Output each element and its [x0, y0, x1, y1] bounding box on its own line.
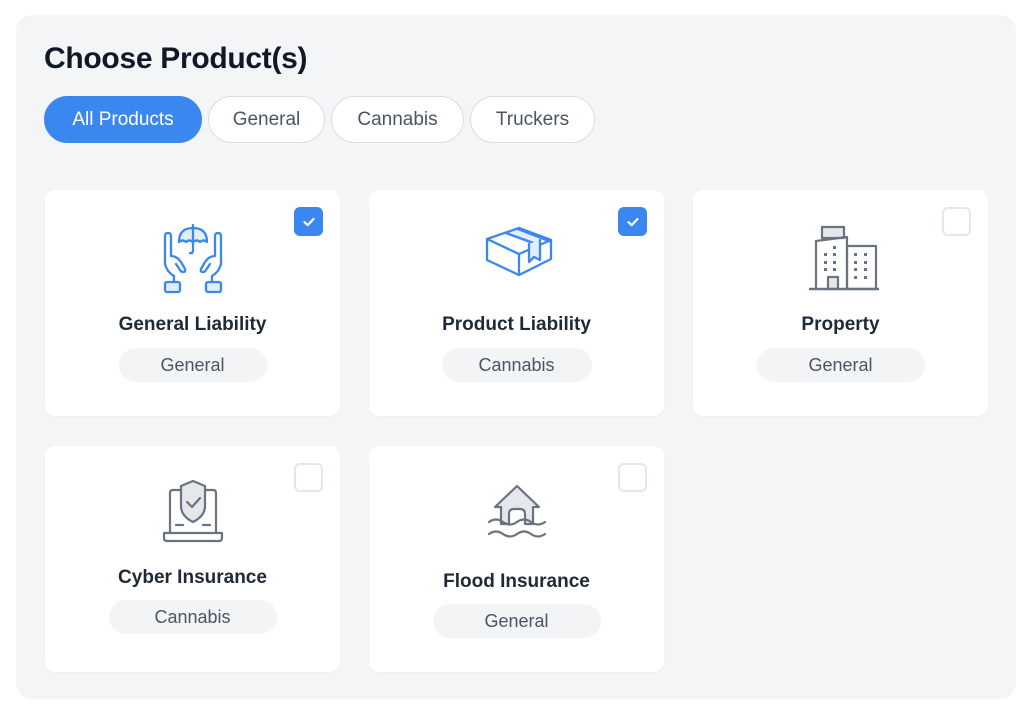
product-name: Flood Insurance — [443, 571, 590, 592]
page-title: Choose Product(s) — [44, 42, 308, 75]
category-badge: General — [118, 348, 267, 382]
category-badge: General — [756, 348, 925, 382]
filter-truckers[interactable]: Truckers — [470, 96, 595, 143]
buildings-icon — [808, 225, 879, 291]
product-checkbox[interactable] — [618, 463, 647, 492]
filter-all-products[interactable]: All Products — [44, 96, 202, 143]
house-flood-icon — [487, 484, 546, 538]
check-icon — [626, 217, 639, 226]
product-card-product-liability[interactable]: Product Liability Cannabis — [369, 190, 664, 416]
product-checkbox[interactable] — [294, 207, 323, 236]
laptop-shield-icon — [162, 479, 223, 543]
category-filter-tabs: All Products General Cannabis Truckers — [44, 96, 595, 143]
product-chooser-panel: Choose Product(s) All Products General C… — [16, 15, 1016, 699]
category-badge: Cannabis — [108, 600, 277, 634]
product-name: Product Liability — [442, 314, 591, 335]
product-card-cyber-insurance[interactable]: Cyber Insurance Cannabis — [45, 446, 340, 672]
category-badge: General — [432, 604, 601, 638]
package-box-icon — [485, 226, 552, 277]
product-card-general-liability[interactable]: General Liability General — [45, 190, 340, 416]
product-checkbox[interactable] — [294, 463, 323, 492]
product-card-flood-insurance[interactable]: Flood Insurance General — [369, 446, 664, 672]
product-checkbox[interactable] — [618, 207, 647, 236]
product-name: Property — [801, 314, 880, 335]
product-card-property[interactable]: Property General — [693, 190, 988, 416]
filter-general[interactable]: General — [208, 96, 325, 143]
hands-umbrella-icon — [163, 223, 222, 294]
product-checkbox[interactable] — [942, 207, 971, 236]
product-name: Cyber Insurance — [118, 567, 267, 588]
product-name: General Liability — [118, 314, 267, 335]
filter-cannabis[interactable]: Cannabis — [331, 96, 464, 143]
check-icon — [302, 217, 315, 226]
category-badge: Cannabis — [441, 348, 592, 382]
